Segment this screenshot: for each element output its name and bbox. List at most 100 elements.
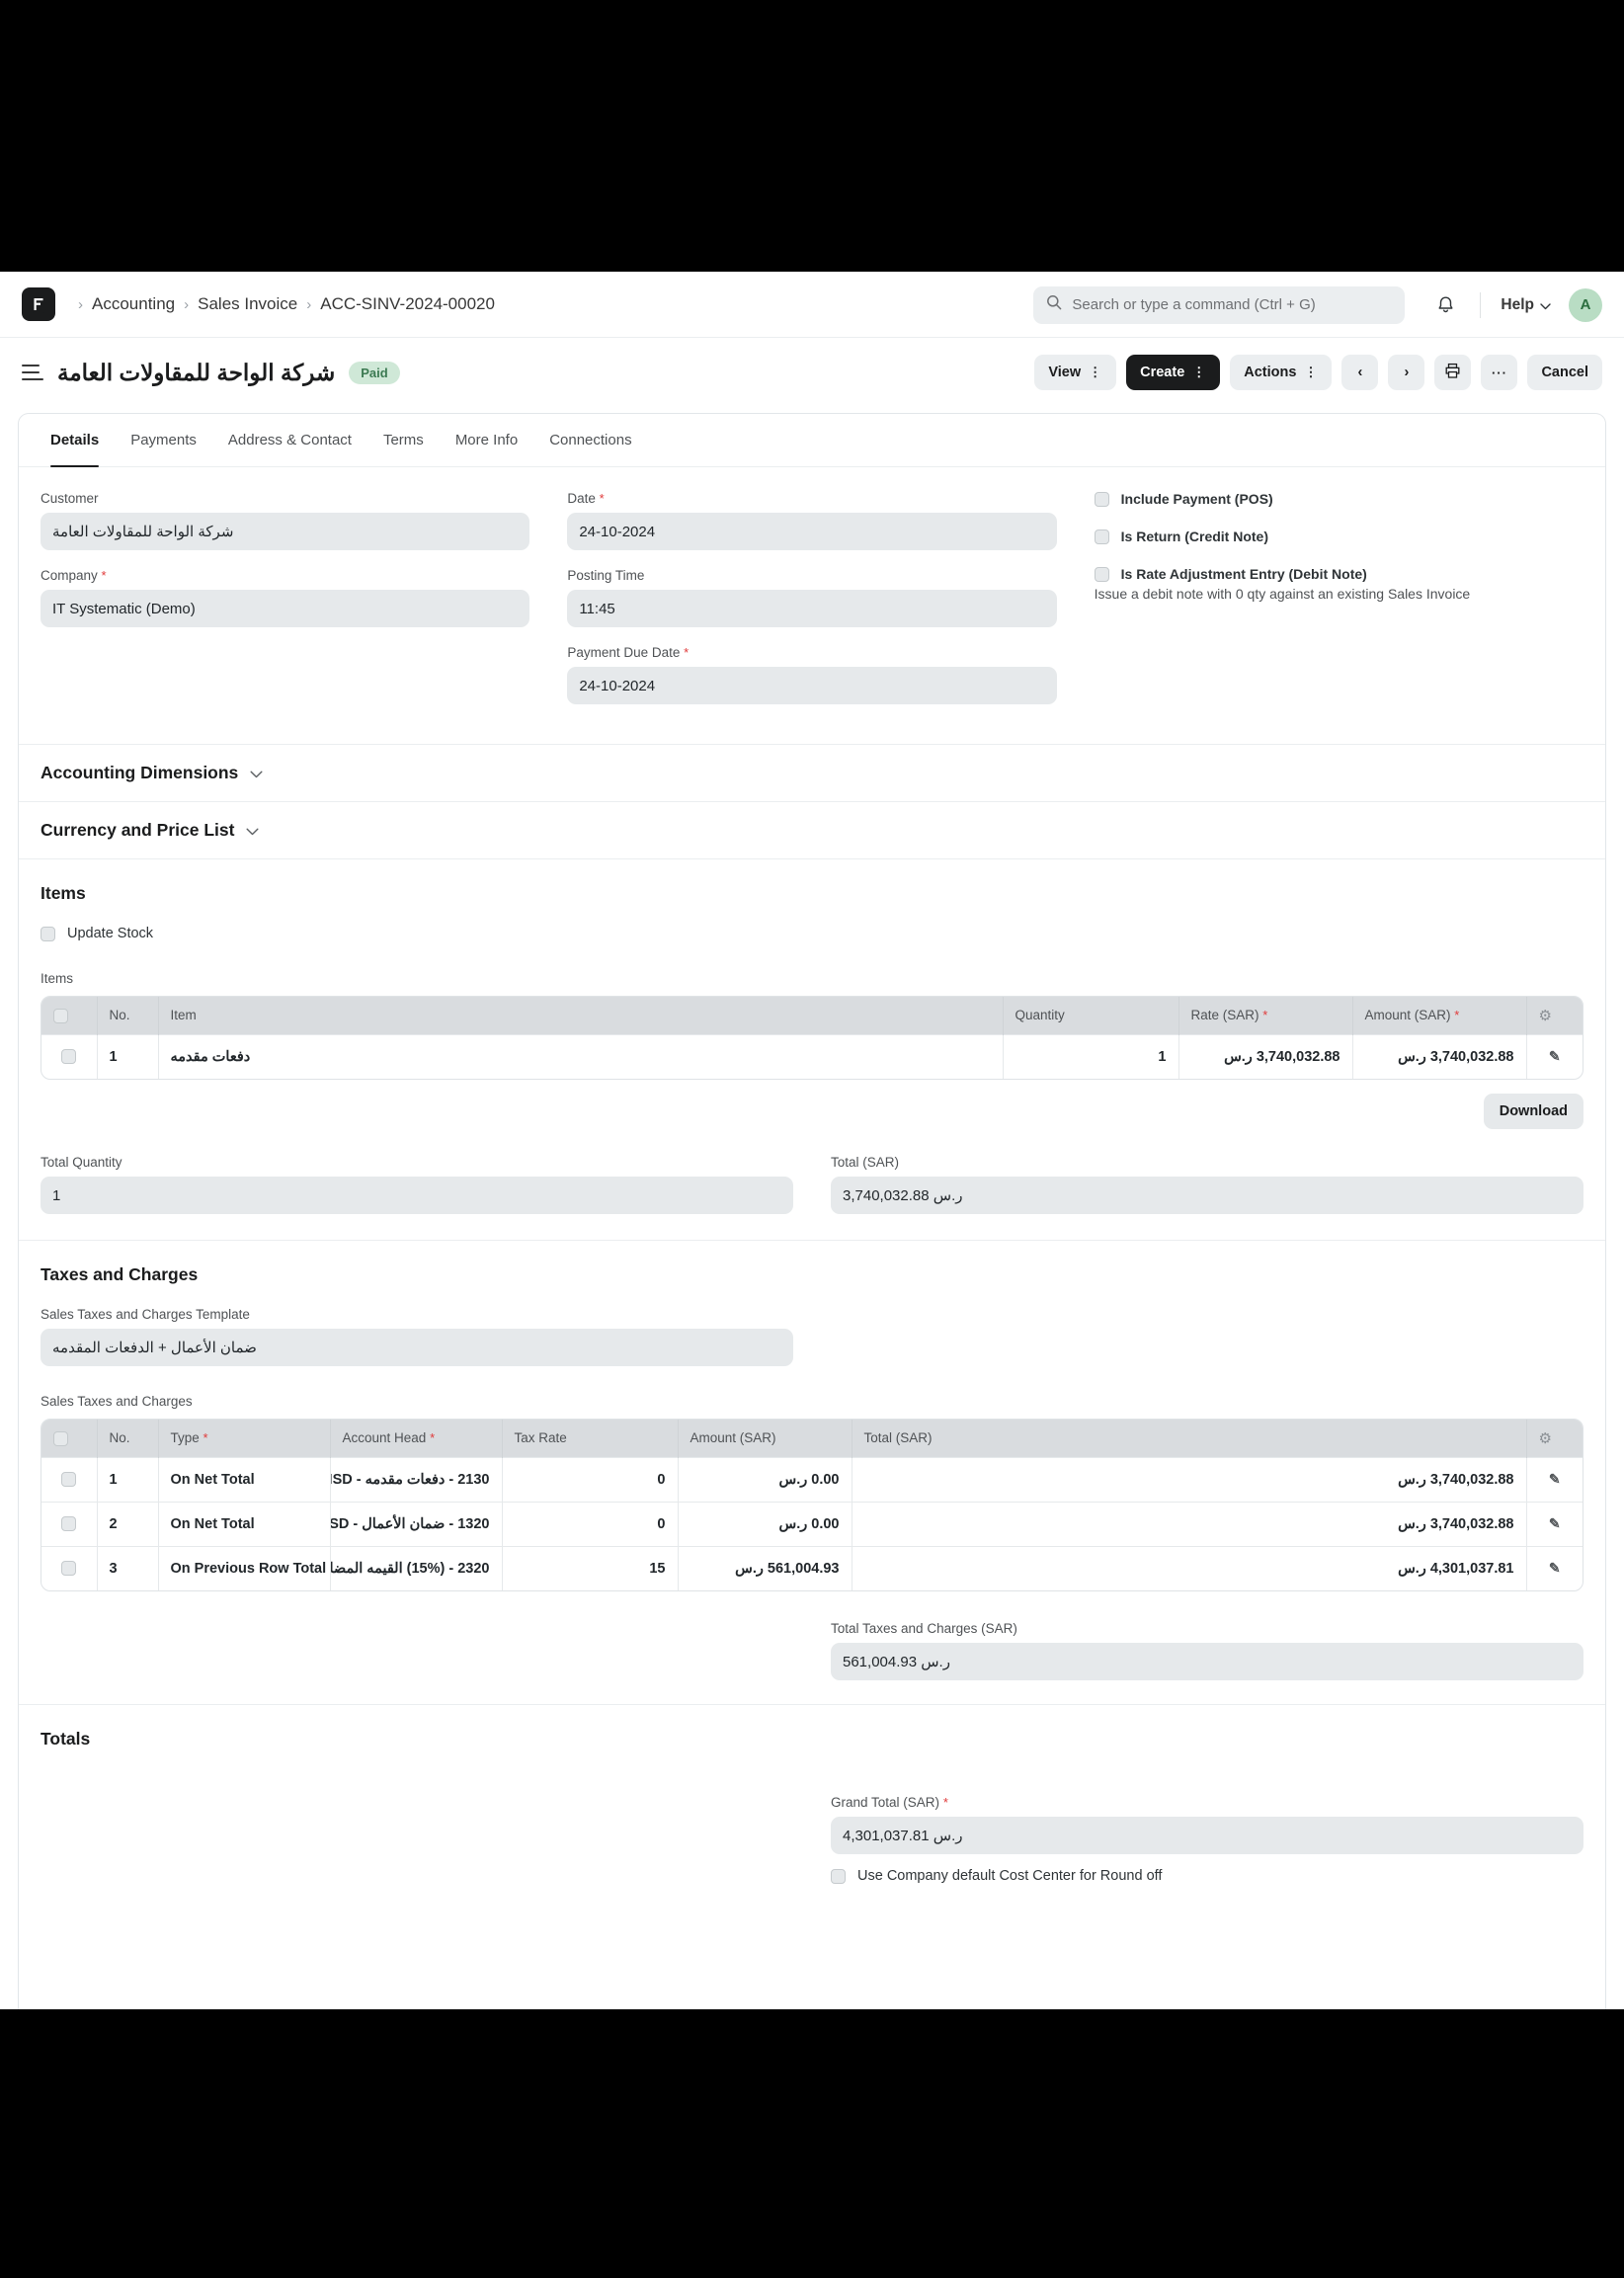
taxes-row-amount[interactable]: 0.00 ر.س xyxy=(678,1456,853,1502)
gear-icon[interactable]: ⚙ xyxy=(1539,1008,1552,1024)
taxes-row-total[interactable]: 3,740,032.88 ر.س xyxy=(852,1501,1527,1546)
app-logo-icon[interactable] xyxy=(22,287,55,321)
search-input[interactable]: Search or type a command (Ctrl + G) xyxy=(1033,285,1406,324)
posting-time-input[interactable]: 11:45 xyxy=(567,590,1057,627)
taxes-row-select[interactable] xyxy=(41,1456,98,1502)
update-stock-row[interactable]: Update Stock xyxy=(41,926,1583,941)
section-currency-price-list[interactable]: Currency and Price List xyxy=(19,802,1605,859)
include-payment-checkbox[interactable] xyxy=(1094,491,1109,507)
sidebar-toggle-icon[interactable] xyxy=(22,363,43,382)
is-rate-adjustment-row[interactable]: Is Rate Adjustment Entry (Debit Note) xyxy=(1094,566,1583,582)
pencil-icon[interactable]: ✎ xyxy=(1549,1560,1561,1576)
taxes-row-edit[interactable]: ✎ xyxy=(1526,1545,1583,1590)
is-return-row[interactable]: Is Return (Credit Note) xyxy=(1094,529,1583,544)
notifications-bell-icon[interactable] xyxy=(1430,295,1460,315)
taxes-row-select[interactable] xyxy=(41,1501,98,1546)
taxes-template-value: ضمان الأعمال + الدفعات المقدمه xyxy=(52,1340,257,1356)
row-checkbox[interactable] xyxy=(61,1049,77,1065)
select-all-checkbox[interactable] xyxy=(53,1008,68,1023)
view-button[interactable]: View ⋮ xyxy=(1034,355,1117,390)
is-return-checkbox[interactable] xyxy=(1094,529,1109,544)
taxes-row-select[interactable] xyxy=(41,1545,98,1590)
pencil-icon[interactable]: ✎ xyxy=(1549,1515,1561,1531)
date-field: Date * 24-10-2024 xyxy=(567,491,1057,550)
taxes-row-tax-rate[interactable]: 0 xyxy=(502,1501,679,1546)
avatar[interactable]: A xyxy=(1569,287,1602,322)
taxes-row-type[interactable]: On Previous Row Total xyxy=(158,1545,331,1590)
taxes-template-input[interactable]: ضمان الأعمال + الدفعات المقدمه xyxy=(41,1329,793,1366)
breadcrumb-item-sales-invoice[interactable]: Sales Invoice xyxy=(198,294,297,314)
required-asterisk: * xyxy=(101,568,107,583)
actions-button[interactable]: Actions ⋮ xyxy=(1230,355,1333,390)
taxes-row-tax-rate[interactable]: 15 xyxy=(502,1545,679,1590)
breadcrumb-item-accounting[interactable]: Accounting xyxy=(92,294,175,314)
next-document-button[interactable]: › xyxy=(1388,355,1425,390)
items-row-amount[interactable]: 3,740,032.88 ر.س xyxy=(1352,1033,1527,1079)
taxes-row-tax-rate[interactable]: 0 xyxy=(502,1456,679,1502)
taxes-col-no: No. xyxy=(97,1420,159,1457)
taxes-row-account-head[interactable]: 1320 - ضمان الأعمال - ISD xyxy=(330,1501,503,1546)
taxes-row-total[interactable]: 4,301,037.81 ر.س xyxy=(852,1545,1527,1590)
round-off-checkbox[interactable] xyxy=(831,1868,846,1884)
items-row-item[interactable]: دفعات مقدمه xyxy=(158,1033,1004,1079)
include-payment-row[interactable]: Include Payment (POS) xyxy=(1094,491,1583,507)
prev-document-button[interactable]: ‹ xyxy=(1341,355,1379,390)
table-row[interactable]: 1 On Net Total 2130 - دفعات مقدمه - ISD … xyxy=(41,1456,1583,1502)
items-grid-header-row: No. Item Quantity Rate (SAR) * Amount (S… xyxy=(41,997,1583,1034)
table-row[interactable]: 2 On Net Total 1320 - ضمان الأعمال - ISD… xyxy=(41,1501,1583,1546)
taxes-row-amount[interactable]: 0.00 ر.س xyxy=(678,1501,853,1546)
row-checkbox[interactable] xyxy=(61,1472,77,1488)
taxes-col-type: Type * xyxy=(158,1420,331,1457)
help-menu[interactable]: Help xyxy=(1501,296,1551,314)
cancel-button[interactable]: Cancel xyxy=(1527,355,1602,390)
taxes-col-settings[interactable]: ⚙ xyxy=(1526,1420,1583,1457)
tab-more-info[interactable]: More Info xyxy=(440,414,533,466)
document-form-card: Details Payments Address & Contact Terms… xyxy=(18,413,1606,2009)
payment-due-date-input[interactable]: 24-10-2024 xyxy=(567,667,1057,704)
table-row[interactable]: 1 دفعات مقدمه 1 3,740,032.88 ر.س 3,740,0… xyxy=(41,1033,1583,1079)
round-off-cost-center-row[interactable]: Use Company default Cost Center for Roun… xyxy=(831,1868,1583,1884)
taxes-row-amount[interactable]: 561,004.93 ر.س xyxy=(678,1545,853,1590)
customer-label: Customer xyxy=(41,491,99,506)
pencil-icon[interactable]: ✎ xyxy=(1549,1471,1561,1487)
items-row-quantity[interactable]: 1 xyxy=(1003,1033,1179,1079)
items-row-select[interactable] xyxy=(41,1033,98,1079)
taxes-grid: No. Type * Account Head * Tax Rate Amoun… xyxy=(41,1419,1583,1591)
taxes-row-type[interactable]: On Net Total xyxy=(158,1456,331,1502)
customer-input[interactable]: شركة الواحة للمقاولات العامة xyxy=(41,513,530,550)
gear-icon[interactable]: ⚙ xyxy=(1539,1430,1552,1447)
taxes-row-edit[interactable]: ✎ xyxy=(1526,1501,1583,1546)
breadcrumb-item-document-id[interactable]: ACC-SINV-2024-00020 xyxy=(320,294,495,314)
company-input[interactable]: IT Systematic (Demo) xyxy=(41,590,530,627)
items-row-edit[interactable]: ✎ xyxy=(1526,1033,1583,1079)
items-col-settings[interactable]: ⚙ xyxy=(1526,997,1583,1034)
tab-address-contact[interactable]: Address & Contact xyxy=(212,414,367,466)
taxes-row-account-head[interactable]: 2130 - دفعات مقدمه - ISD xyxy=(330,1456,503,1502)
posting-time-field: Posting Time 11:45 xyxy=(567,568,1057,627)
taxes-row-account-head[interactable]: 2320 - (15%) القيمه المضافه ... xyxy=(330,1545,503,1590)
tab-connections[interactable]: Connections xyxy=(533,414,647,466)
taxes-row-edit[interactable]: ✎ xyxy=(1526,1456,1583,1502)
table-row[interactable]: 3 On Previous Row Total 2320 - (15%) الق… xyxy=(41,1545,1583,1590)
is-rate-adjustment-checkbox[interactable] xyxy=(1094,566,1109,582)
update-stock-checkbox[interactable] xyxy=(41,926,55,941)
taxes-row-total[interactable]: 3,740,032.88 ر.س xyxy=(852,1456,1527,1502)
section-accounting-dimensions[interactable]: Accounting Dimensions xyxy=(19,745,1605,802)
pencil-icon[interactable]: ✎ xyxy=(1549,1048,1561,1064)
tab-terms[interactable]: Terms xyxy=(367,414,440,466)
tab-payments[interactable]: Payments xyxy=(115,414,212,466)
date-input[interactable]: 24-10-2024 xyxy=(567,513,1057,550)
taxes-select-all-header xyxy=(41,1420,98,1457)
create-button[interactable]: Create ⋮ xyxy=(1126,355,1221,390)
select-all-checkbox[interactable] xyxy=(53,1430,68,1446)
items-col-no: No. xyxy=(97,997,159,1034)
items-row-rate[interactable]: 3,740,032.88 ر.س xyxy=(1178,1033,1353,1079)
print-button[interactable] xyxy=(1434,355,1472,390)
download-button[interactable]: Download xyxy=(1483,1094,1583,1129)
more-options-button[interactable]: ··· xyxy=(1481,355,1518,390)
row-checkbox[interactable] xyxy=(61,1516,77,1532)
row-checkbox[interactable] xyxy=(61,1561,77,1577)
tab-details[interactable]: Details xyxy=(35,414,115,467)
chevron-down-icon xyxy=(1540,297,1551,313)
taxes-row-type[interactable]: On Net Total xyxy=(158,1501,331,1546)
